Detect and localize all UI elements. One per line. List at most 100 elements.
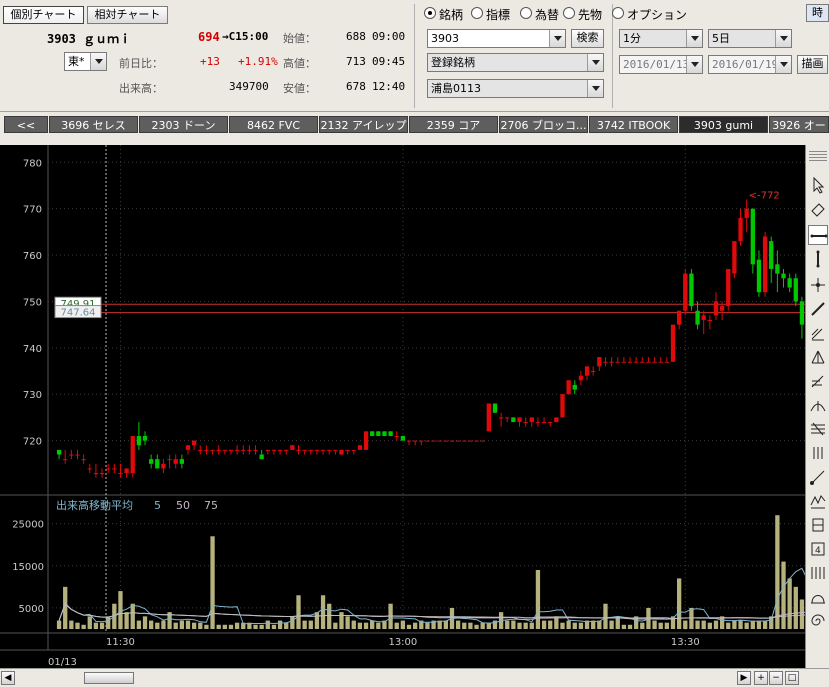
volume-bar — [462, 622, 467, 629]
symbol-tab-3[interactable]: 8462 FVC — [229, 116, 318, 133]
list2-value: 浦島0113 — [431, 82, 481, 95]
scroll-thumb[interactable] — [84, 672, 134, 684]
arc-icon[interactable] — [808, 395, 828, 415]
toolbar-grip-icon[interactable] — [809, 149, 827, 163]
relative-chart-button[interactable]: 相対チャート — [87, 6, 168, 24]
symbol-tab-7[interactable]: 3742 ITBOOK — [589, 116, 678, 133]
wave-icon[interactable] — [808, 491, 828, 511]
mode-radio-4[interactable] — [612, 7, 624, 19]
spiral-icon[interactable] — [808, 611, 828, 631]
volume-bar — [640, 622, 645, 629]
candle-body — [327, 449, 332, 451]
high-value: 713 — [346, 55, 366, 68]
candle-body — [726, 268, 731, 307]
symbol-tab-1[interactable]: 3696 セレス — [49, 116, 138, 133]
volume-bar — [333, 622, 338, 629]
mode-label-2[interactable]: 為替 — [535, 6, 559, 23]
symbol-tab-2[interactable]: 2303 ドーン — [139, 116, 228, 133]
date-from-select[interactable]: 2016/01/13 — [619, 55, 703, 74]
volume-bar — [296, 595, 301, 629]
fibonacci-icon[interactable] — [808, 371, 828, 391]
candle-body — [634, 361, 639, 363]
volume-bar — [363, 622, 369, 629]
eraser-icon[interactable] — [808, 199, 828, 219]
price-tick-label: 750 — [23, 297, 42, 308]
rectangle-icon[interactable] — [808, 515, 828, 535]
symbol-tab-0[interactable]: << — [4, 116, 48, 133]
volume-bar — [713, 620, 719, 629]
trend-line-icon[interactable] — [808, 299, 828, 319]
individual-chart-button[interactable]: 個別チャート — [3, 6, 84, 24]
candle-body — [271, 449, 277, 451]
scroll-right-icon[interactable]: ▶ — [737, 671, 751, 685]
interval-select[interactable]: 1分 — [619, 29, 703, 48]
ray-icon[interactable] — [808, 467, 828, 487]
volume-bar — [738, 620, 743, 629]
price-tick-label: 720 — [23, 437, 42, 448]
search-button[interactable]: 検索 — [571, 29, 604, 48]
draw-button[interactable]: 描画 — [797, 55, 828, 74]
mode-radio-0[interactable] — [424, 7, 436, 19]
volume-bar — [136, 620, 142, 629]
candle-body — [351, 449, 356, 451]
symbol-name: 3903 ｇｕｍｉ — [47, 32, 132, 46]
chevron-down-icon — [549, 30, 565, 47]
candle-body — [541, 422, 547, 424]
count-icon[interactable]: 4 — [808, 539, 828, 559]
symbol-tab-4[interactable]: 2132 アイレップ — [319, 116, 408, 133]
list1-select[interactable]: 登録銘柄 — [427, 53, 604, 72]
zoom-out-icon[interactable]: − — [769, 671, 783, 685]
candle-body — [566, 380, 571, 395]
candle-body — [63, 459, 68, 461]
list2-select[interactable]: 浦島0113 — [427, 79, 604, 98]
mode-label-0[interactable]: 銘柄 — [439, 6, 463, 23]
chart-area[interactable]: 720 730 740 750 760 770 780 5000 15000 25000 11:30… — [0, 145, 829, 668]
parallel-icon[interactable] — [808, 443, 828, 463]
h-line-icon[interactable] — [808, 225, 828, 245]
pointer-icon[interactable] — [808, 175, 828, 195]
date-to-select[interactable]: 2016/01/19 — [708, 55, 792, 74]
candle-body — [799, 301, 805, 325]
reset-view-icon[interactable]: □ — [785, 671, 799, 685]
cross-line-icon[interactable] — [808, 275, 828, 295]
mode-label-4[interactable]: オプション — [627, 6, 687, 23]
mode-radio-3[interactable] — [563, 7, 575, 19]
candle-body — [670, 324, 676, 362]
symbol-tab-5[interactable]: 2359 コア — [409, 116, 498, 133]
v-line-icon[interactable] — [808, 249, 828, 269]
mode-label-1[interactable]: 指標 — [486, 6, 510, 23]
volume-bar — [468, 622, 473, 629]
candlestick-chart[interactable]: 720 730 740 750 760 770 780 5000 15000 25000 11:30… — [0, 145, 829, 668]
candle-body — [191, 440, 197, 446]
cycle-icon[interactable] — [808, 587, 828, 607]
channel-icon[interactable] — [808, 323, 828, 343]
high-annotation: <-772 — [749, 190, 780, 201]
symbol-tab-9[interactable]: 3926 オー — [769, 116, 829, 133]
mode-radio-2[interactable] — [520, 7, 532, 19]
market-select[interactable]: 東* — [64, 52, 107, 71]
volume-bar — [541, 620, 547, 629]
candle-body — [640, 361, 645, 363]
scroll-left-icon[interactable]: ◀ — [1, 671, 15, 685]
time-button[interactable]: 時 — [806, 4, 829, 22]
fan-icon[interactable] — [808, 347, 828, 367]
volume-bar — [308, 620, 313, 629]
volume-bar — [572, 622, 577, 629]
span-select[interactable]: 5日 — [708, 29, 792, 48]
candle-body — [676, 310, 682, 325]
symbol-tab-6[interactable]: 2706 ブロッコ... — [499, 116, 588, 133]
zoom-in-icon[interactable]: + — [754, 671, 768, 685]
volume-bar — [191, 622, 197, 629]
code-input[interactable]: 3903 — [427, 29, 566, 48]
chevron-down-icon — [686, 30, 702, 47]
mode-label-3[interactable]: 先物 — [578, 6, 602, 23]
horizontal-scrollbar[interactable]: ◀ ▶ + − □ — [0, 668, 829, 687]
candle-body — [769, 241, 774, 269]
gann-icon[interactable] — [808, 563, 828, 583]
candle-body — [253, 449, 258, 451]
mode-radio-1[interactable] — [471, 7, 483, 19]
volume-bar — [578, 622, 584, 629]
volume-bar — [480, 622, 485, 629]
speed-line-icon[interactable] — [808, 419, 828, 439]
symbol-tab-8[interactable]: 3903 gumi — [679, 116, 768, 133]
